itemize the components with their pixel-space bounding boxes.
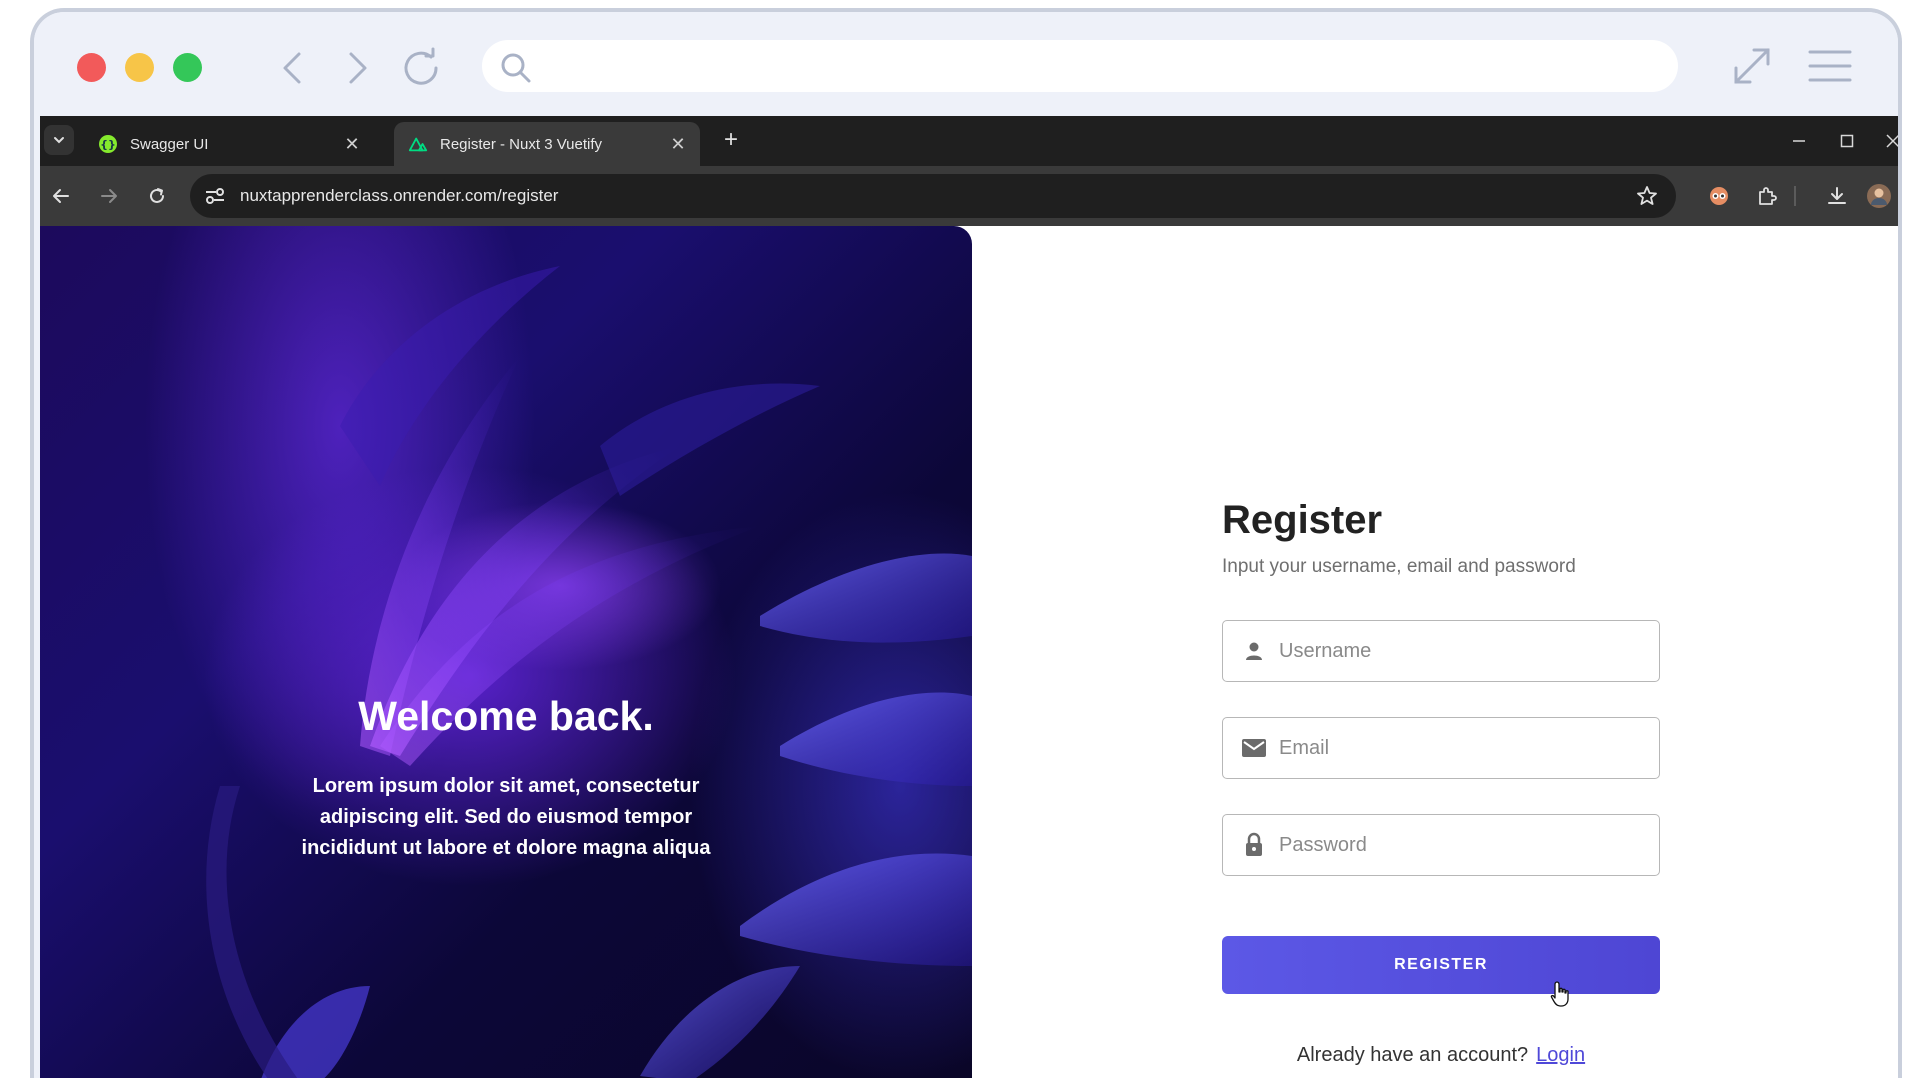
outer-toolbar [34, 12, 1898, 112]
mail-icon [1239, 738, 1269, 758]
swagger-icon: {} [98, 134, 118, 154]
tab-swagger[interactable]: {} Swagger UI ✕ [84, 122, 374, 166]
nuxt-icon [408, 134, 428, 154]
url-text: nuxtapprenderclass.onrender.com/register [240, 186, 559, 205]
hand-cursor-icon [1550, 980, 1572, 1013]
more-options-icon[interactable] [1898, 181, 1902, 211]
profile-avatar-icon[interactable] [1864, 181, 1894, 211]
maximize-window-dot[interactable] [173, 53, 202, 82]
minimize-icon[interactable] [1784, 126, 1814, 156]
tab-search-button[interactable] [44, 125, 74, 155]
password-input[interactable] [1279, 833, 1639, 857]
menu-icon[interactable] [1806, 44, 1852, 88]
user-icon [1239, 640, 1269, 662]
extension-avatar-icon[interactable] [1704, 181, 1734, 211]
tab-strip: {} Swagger UI ✕ Register - Nuxt 3 Vuetif… [40, 116, 1898, 166]
outer-search-bar[interactable] [482, 40, 1678, 92]
reload-icon[interactable] [398, 46, 442, 90]
hero-title: Welcome back. [358, 693, 654, 739]
page-content: Welcome back. Lorem ipsum dolor sit amet… [40, 226, 1898, 1078]
forward-arrow-icon[interactable] [334, 46, 378, 90]
reload-icon[interactable] [142, 181, 172, 211]
form-subtitle: Input your username, email and password [1222, 556, 1576, 577]
browser-window: {} Swagger UI ✕ Register - Nuxt 3 Vuetif… [40, 116, 1902, 1078]
close-window-icon[interactable] [1878, 126, 1898, 156]
back-arrow-icon[interactable] [272, 46, 316, 90]
expand-icon[interactable] [1728, 42, 1772, 86]
username-field[interactable] [1222, 620, 1660, 682]
chevron-down-icon [54, 137, 64, 144]
address-bar[interactable]: nuxtapprenderclass.onrender.com/register [190, 174, 1676, 218]
browser-toolbar: nuxtapprenderclass.onrender.com/register [40, 166, 1902, 226]
close-icon[interactable]: ✕ [340, 132, 364, 156]
new-tab-button[interactable]: + [718, 128, 744, 154]
toolbar-divider [1790, 181, 1800, 211]
search-icon [501, 53, 531, 83]
login-prompt-row: Already have an account? Login [1222, 1044, 1660, 1067]
tab-register[interactable]: Register - Nuxt 3 Vuetify ✕ [394, 122, 700, 166]
back-icon[interactable] [46, 181, 76, 211]
site-settings-icon[interactable] [204, 186, 226, 211]
username-input[interactable] [1279, 639, 1639, 663]
login-prompt-text: Already have an account? [1296, 1044, 1529, 1066]
outer-window-frame: {} Swagger UI ✕ Register - Nuxt 3 Vuetif… [30, 8, 1902, 1078]
minimize-window-dot[interactable] [125, 53, 154, 82]
email-input[interactable] [1279, 736, 1639, 760]
register-button[interactable]: REGISTER [1222, 936, 1660, 994]
extensions-puzzle-icon[interactable] [1752, 181, 1782, 211]
password-field[interactable] [1222, 814, 1660, 876]
tab-title: Register - Nuxt 3 Vuetify [440, 135, 603, 153]
register-form: Register Input your username, email and … [1222, 226, 1662, 1078]
close-icon[interactable]: ✕ [666, 132, 690, 156]
maximize-icon[interactable] [1832, 126, 1862, 156]
tab-title: Swagger UI [130, 135, 209, 153]
forward-icon[interactable] [94, 181, 124, 211]
hero-panel: Welcome back. Lorem ipsum dolor sit amet… [40, 226, 972, 1078]
page-title: Register [1222, 498, 1383, 542]
login-link[interactable]: Login [1536, 1044, 1585, 1066]
hero-description: Lorem ipsum dolor sit amet, consectetur … [301, 775, 711, 859]
hero-background-art [206, 266, 972, 1078]
lock-icon [1239, 832, 1269, 858]
download-icon[interactable] [1822, 181, 1852, 211]
bookmark-star-icon[interactable] [1636, 185, 1658, 212]
email-field[interactable] [1222, 717, 1660, 779]
close-window-dot[interactable] [77, 53, 106, 82]
svg-text:{}: {} [100, 138, 116, 151]
